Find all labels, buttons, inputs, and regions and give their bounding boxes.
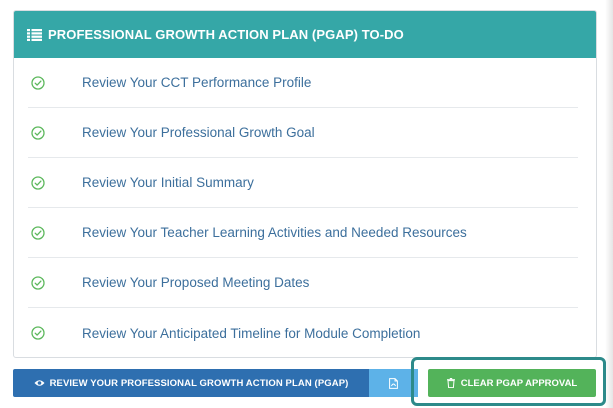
todo-item-learning-activities[interactable]: Review Your Teacher Learning Activities …	[28, 208, 578, 258]
todo-item-meeting-dates[interactable]: Review Your Proposed Meeting Dates	[28, 258, 578, 308]
todo-item-label[interactable]: Review Your CCT Performance Profile	[82, 75, 311, 90]
eye-icon	[34, 380, 45, 386]
todo-item-professional-growth-goal[interactable]: Review Your Professional Growth Goal	[28, 108, 578, 158]
check-circle-icon	[31, 275, 45, 290]
todo-item-label[interactable]: Review Your Initial Summary	[82, 175, 254, 190]
todo-item-label[interactable]: Review Your Proposed Meeting Dates	[82, 275, 309, 290]
todo-item-label[interactable]: Review Your Professional Growth Goal	[82, 125, 315, 140]
todo-item-module-timeline[interactable]: Review Your Anticipated Timeline for Mod…	[28, 308, 578, 357]
check-circle-icon	[31, 175, 45, 190]
clear-pgap-approval-button[interactable]: CLEAR PGAP APPROVAL	[428, 369, 596, 397]
check-circle-icon	[31, 225, 45, 240]
todo-item-initial-summary[interactable]: Review Your Initial Summary	[28, 158, 578, 208]
pdf-icon	[389, 377, 398, 389]
review-pgap-button[interactable]: REVIEW YOUR PROFESSIONAL GROWTH ACTION P…	[13, 369, 369, 397]
todo-item-cct-performance-profile[interactable]: Review Your CCT Performance Profile	[28, 58, 578, 108]
window-edge-shadow	[605, 0, 613, 408]
panel-title: PROFESSIONAL GROWTH ACTION PLAN (PGAP) T…	[48, 27, 404, 42]
pgap-todo-panel: PROFESSIONAL GROWTH ACTION PLAN (PGAP) T…	[13, 10, 597, 358]
review-pgap-label: REVIEW YOUR PROFESSIONAL GROWTH ACTION P…	[49, 377, 349, 389]
check-circle-icon	[31, 125, 45, 140]
action-button-bar: REVIEW YOUR PROFESSIONAL GROWTH ACTION P…	[13, 369, 418, 397]
check-circle-icon	[31, 326, 45, 340]
todo-item-label[interactable]: Review Your Anticipated Timeline for Mod…	[82, 326, 420, 341]
panel-header: PROFESSIONAL GROWTH ACTION PLAN (PGAP) T…	[14, 11, 596, 58]
clear-pgap-approval-label: CLEAR PGAP APPROVAL	[460, 377, 578, 389]
trash-icon	[446, 378, 455, 388]
todo-list: Review Your CCT Performance Profile Revi…	[14, 58, 596, 357]
list-icon	[27, 28, 42, 41]
todo-item-label[interactable]: Review Your Teacher Learning Activities …	[82, 225, 467, 240]
stage: PROFESSIONAL GROWTH ACTION PLAN (PGAP) T…	[0, 0, 613, 408]
check-circle-icon	[31, 75, 45, 90]
